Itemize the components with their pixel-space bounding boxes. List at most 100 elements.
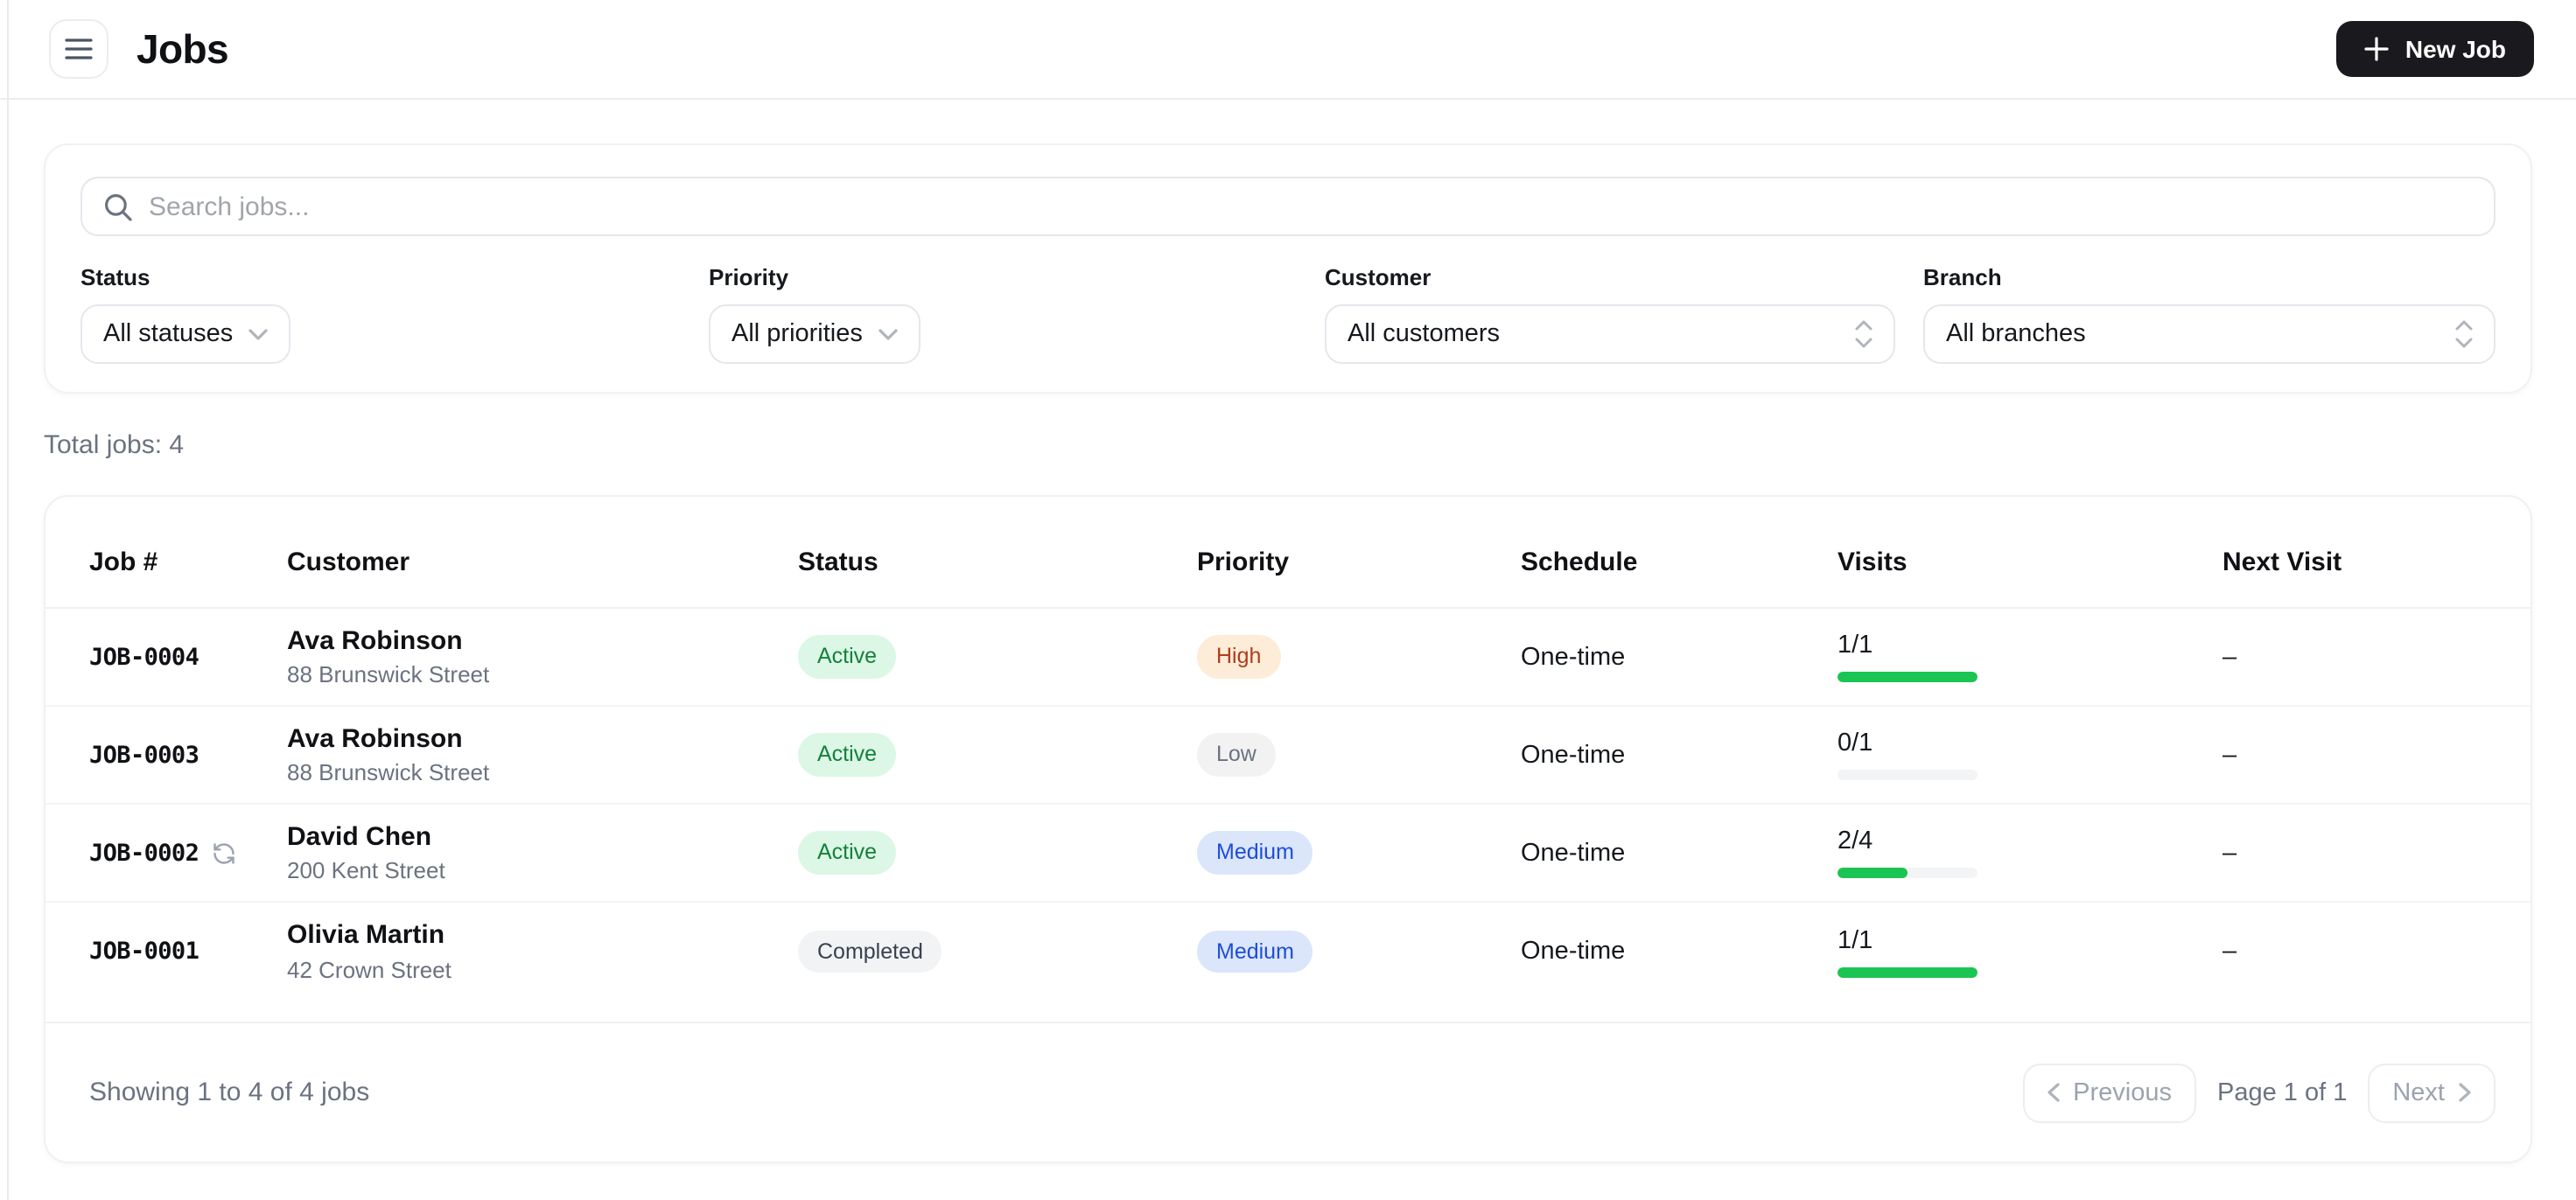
status-filter-dropdown[interactable]: All statuses xyxy=(80,304,291,364)
customer-name: David Chen xyxy=(287,821,432,852)
table-body: JOB-0004 Ava Robinson 88 Brunswick Street A… xyxy=(46,609,2530,1001)
visits-progress-fill xyxy=(1838,672,1978,682)
visits-count: 1/1 xyxy=(1838,631,1873,659)
status-cell: Active xyxy=(798,635,1197,679)
customer-name: Ava Robinson xyxy=(287,723,463,754)
visits-progress-fill xyxy=(1838,868,1908,878)
priority-badge: Medium xyxy=(1197,831,1313,875)
status-cell: Active xyxy=(798,733,1197,777)
hamburger-icon xyxy=(65,37,93,61)
job-number-text: JOB-0003 xyxy=(89,741,200,769)
next-page-label: Next xyxy=(2392,1078,2445,1106)
priority-badge: Low xyxy=(1197,733,1276,777)
schedule-value: One-time xyxy=(1521,643,1626,671)
filters-row: Status All statuses Priority All priorit… xyxy=(80,264,2496,364)
customer-address: 88 Brunswick Street xyxy=(287,759,490,786)
jobs-page: Jobs New Job Status All statuse xyxy=(0,0,2576,1200)
top-bar: Jobs New Job xyxy=(0,0,2576,100)
customer-name: Ava Robinson xyxy=(287,625,463,656)
column-header-schedule: Schedule xyxy=(1521,548,1638,577)
table-header-row: Job # Customer Status Priority Schedule Visit… xyxy=(46,497,2530,609)
next-visit-value: – xyxy=(2222,938,2237,966)
job-number-text: JOB-0002 xyxy=(89,839,200,867)
visits-count: 0/1 xyxy=(1838,729,1873,757)
job-number: JOB-0004 xyxy=(89,643,287,671)
schedule-value: One-time xyxy=(1521,741,1626,769)
column-header-priority: Priority xyxy=(1197,548,1290,577)
table-row[interactable]: JOB-0001 Olivia Martin 42 Crown Street Comp… xyxy=(46,903,2530,1001)
column-header-job: Job # xyxy=(89,548,158,577)
visits-cell: 1/1 xyxy=(1838,631,2222,682)
column-header-visits: Visits xyxy=(1838,548,1908,577)
visits-progress-track xyxy=(1838,868,1978,878)
customer-address: 42 Crown Street xyxy=(287,956,452,983)
table-row[interactable]: JOB-0002 David Chen 200 Kent Street Active M… xyxy=(46,805,2530,903)
next-page-button[interactable]: Next xyxy=(2368,1063,2496,1122)
visits-progress-fill xyxy=(1838,966,1978,977)
next-visit-value: – xyxy=(2222,643,2237,671)
table-row[interactable]: JOB-0003 Ava Robinson 88 Brunswick Street A… xyxy=(46,707,2530,805)
visits-progress-track xyxy=(1838,770,1978,780)
page-info: Page 1 of 1 xyxy=(2217,1078,2348,1106)
status-filter-label: Status xyxy=(80,264,150,290)
status-cell: Completed xyxy=(798,930,1197,973)
menu-button[interactable] xyxy=(49,19,108,79)
visits-cell: 2/4 xyxy=(1838,827,2222,878)
new-job-button[interactable]: New Job xyxy=(2336,21,2534,77)
visits-progress-track xyxy=(1838,966,1978,977)
search-input[interactable] xyxy=(149,192,2473,221)
customer-cell: David Chen 200 Kent Street xyxy=(287,821,798,884)
priority-cell: Low xyxy=(1197,733,1521,777)
customer-name: Olivia Martin xyxy=(287,920,445,951)
chevron-down-icon xyxy=(248,328,268,340)
next-visit-value: – xyxy=(2222,741,2237,769)
priority-cell: High xyxy=(1197,635,1521,679)
search-icon xyxy=(103,192,133,221)
priority-cell: Medium xyxy=(1197,930,1521,973)
table-row[interactable]: JOB-0004 Ava Robinson 88 Brunswick Street A… xyxy=(46,609,2530,707)
chevron-up-down-icon xyxy=(2455,320,2473,348)
customer-filter-label: Customer xyxy=(1325,264,1432,290)
priority-filter-value: All priorities xyxy=(732,320,863,348)
status-badge: Active xyxy=(798,733,897,777)
pagination-controls: Previous Page 1 of 1 Next xyxy=(2022,1063,2496,1122)
branch-filter-select[interactable]: All branches xyxy=(1923,304,2496,364)
next-visit-value: – xyxy=(2222,839,2237,867)
sidebar-edge-divider xyxy=(7,0,9,1200)
schedule-value: One-time xyxy=(1521,839,1626,867)
priority-filter-dropdown[interactable]: All priorities xyxy=(709,304,920,364)
priority-filter-group: Priority All priorities xyxy=(709,264,1325,364)
column-header-next-visit: Next Visit xyxy=(2222,548,2342,577)
chevron-down-icon xyxy=(878,328,898,340)
priority-cell: Medium xyxy=(1197,831,1521,875)
status-badge: Completed xyxy=(798,930,942,973)
plus-icon xyxy=(2365,37,2390,61)
showing-summary: Showing 1 to 4 of 4 jobs xyxy=(89,1078,370,1107)
visits-cell: 0/1 xyxy=(1838,729,2222,780)
job-number-text: JOB-0004 xyxy=(89,643,200,671)
page-title: Jobs xyxy=(136,25,229,71)
previous-page-label: Previous xyxy=(2073,1078,2172,1106)
branch-filter-value: All branches xyxy=(1946,320,2086,348)
column-header-customer: Customer xyxy=(287,548,410,577)
status-cell: Active xyxy=(798,831,1197,875)
previous-page-button[interactable]: Previous xyxy=(2022,1063,2196,1122)
visits-progress-track xyxy=(1838,672,1978,682)
schedule-value: One-time xyxy=(1521,938,1626,966)
job-number: JOB-0002 xyxy=(89,839,287,867)
branch-filter-group: Branch All branches xyxy=(1923,264,2496,364)
customer-filter-group: Customer All customers xyxy=(1325,264,1923,364)
chevron-right-icon xyxy=(2459,1083,2471,1102)
status-badge: Active xyxy=(798,635,897,679)
customer-address: 200 Kent Street xyxy=(287,857,445,884)
customer-cell: Olivia Martin 42 Crown Street xyxy=(287,920,798,983)
customer-address: 88 Brunswick Street xyxy=(287,661,490,688)
customer-filter-select[interactable]: All customers xyxy=(1325,304,1895,364)
status-badge: Active xyxy=(798,831,897,875)
status-filter-value: All statuses xyxy=(103,320,234,348)
priority-badge: High xyxy=(1197,635,1281,679)
customer-cell: Ava Robinson 88 Brunswick Street xyxy=(287,625,798,688)
table-bottom-spacer xyxy=(46,1001,2530,1022)
total-jobs-count: Total jobs: 4 xyxy=(44,430,185,460)
new-job-label: New Job xyxy=(2404,35,2506,63)
